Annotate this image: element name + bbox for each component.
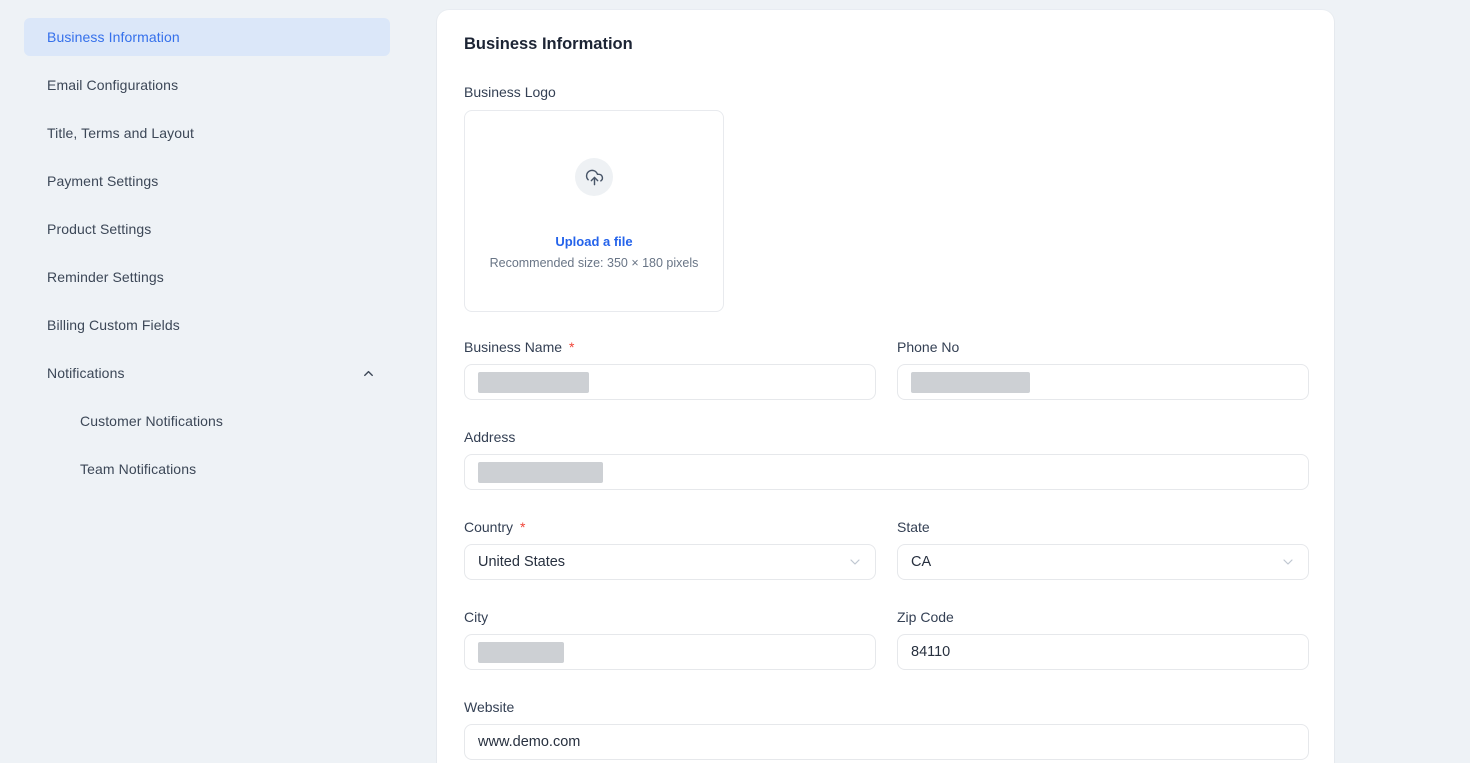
address-input[interactable] (464, 454, 1309, 490)
state-field: State CA (897, 519, 1309, 580)
redacted-value (911, 371, 1030, 393)
redacted-value (478, 461, 603, 483)
state-label: State (897, 519, 930, 535)
sidebar-item-product-settings[interactable]: Product Settings (24, 210, 390, 248)
sidebar-item-payment-settings[interactable]: Payment Settings (24, 162, 390, 200)
business-information-panel: Business Information Business Logo Uploa… (437, 10, 1334, 763)
logo-upload-dropzone[interactable]: Upload a file Recommended size: 350 × 18… (464, 110, 724, 312)
sidebar-item-notifications[interactable]: Notifications (24, 354, 390, 392)
chevron-down-icon (1280, 554, 1296, 570)
business-info-form: Business Name * Phone No Address Country… (464, 339, 1309, 760)
sidebar-item-label: Payment Settings (47, 173, 159, 189)
redacted-value (478, 641, 564, 663)
state-select[interactable]: CA (897, 544, 1309, 580)
sidebar-item-business-information[interactable]: Business Information (24, 18, 390, 56)
sidebar-item-label: Billing Custom Fields (47, 317, 180, 333)
sidebar-item-billing-custom-fields[interactable]: Billing Custom Fields (24, 306, 390, 344)
settings-sidebar: Business Information Email Configuration… (24, 18, 390, 498)
state-selected-value: CA (911, 554, 932, 570)
phone-no-label: Phone No (897, 339, 960, 355)
phone-no-field: Phone No (897, 339, 1309, 400)
required-asterisk: * (569, 339, 575, 355)
zip-code-label: Zip Code (897, 609, 954, 625)
country-label: Country * (464, 519, 526, 535)
city-input[interactable] (464, 634, 876, 670)
country-select[interactable]: United States (464, 544, 876, 580)
sidebar-item-label: Team Notifications (80, 461, 197, 477)
sidebar-item-title-terms-layout[interactable]: Title, Terms and Layout (24, 114, 390, 152)
redacted-value (478, 371, 589, 393)
zip-code-input[interactable] (897, 634, 1309, 670)
sidebar-item-label: Reminder Settings (47, 269, 164, 285)
sidebar-item-label: Email Configurations (47, 77, 179, 93)
city-label: City (464, 609, 489, 625)
sidebar-item-label: Product Settings (47, 221, 152, 237)
sidebar-item-label: Title, Terms and Layout (47, 125, 195, 141)
website-input[interactable] (464, 724, 1309, 760)
sidebar-item-reminder-settings[interactable]: Reminder Settings (24, 258, 390, 296)
cloud-upload-icon (575, 158, 613, 196)
address-label: Address (464, 429, 516, 445)
website-field: Website (464, 699, 1309, 760)
phone-no-input[interactable] (897, 364, 1309, 400)
chevron-up-icon (361, 366, 376, 381)
sidebar-item-team-notifications[interactable]: Team Notifications (24, 450, 390, 488)
business-logo-label: Business Logo (464, 84, 556, 100)
country-selected-value: United States (478, 554, 566, 570)
page-title: Business Information (464, 35, 633, 53)
zip-code-field: Zip Code (897, 609, 1309, 670)
required-asterisk: * (520, 519, 526, 535)
address-field: Address (464, 429, 1309, 490)
sidebar-item-customer-notifications[interactable]: Customer Notifications (24, 402, 390, 440)
upload-file-link[interactable]: Upload a file (555, 234, 632, 249)
website-label: Website (464, 699, 515, 715)
sidebar-item-label: Business Information (47, 29, 180, 45)
country-field: Country * United States (464, 519, 876, 580)
sidebar-item-label: Customer Notifications (80, 413, 224, 429)
chevron-down-icon (847, 554, 863, 570)
upload-size-hint: Recommended size: 350 × 180 pixels (489, 256, 699, 270)
sidebar-item-email-configurations[interactable]: Email Configurations (24, 66, 390, 104)
business-name-input[interactable] (464, 364, 876, 400)
business-name-label: Business Name * (464, 339, 575, 355)
city-field: City (464, 609, 876, 670)
business-name-field: Business Name * (464, 339, 876, 400)
sidebar-item-label: Notifications (47, 365, 125, 381)
